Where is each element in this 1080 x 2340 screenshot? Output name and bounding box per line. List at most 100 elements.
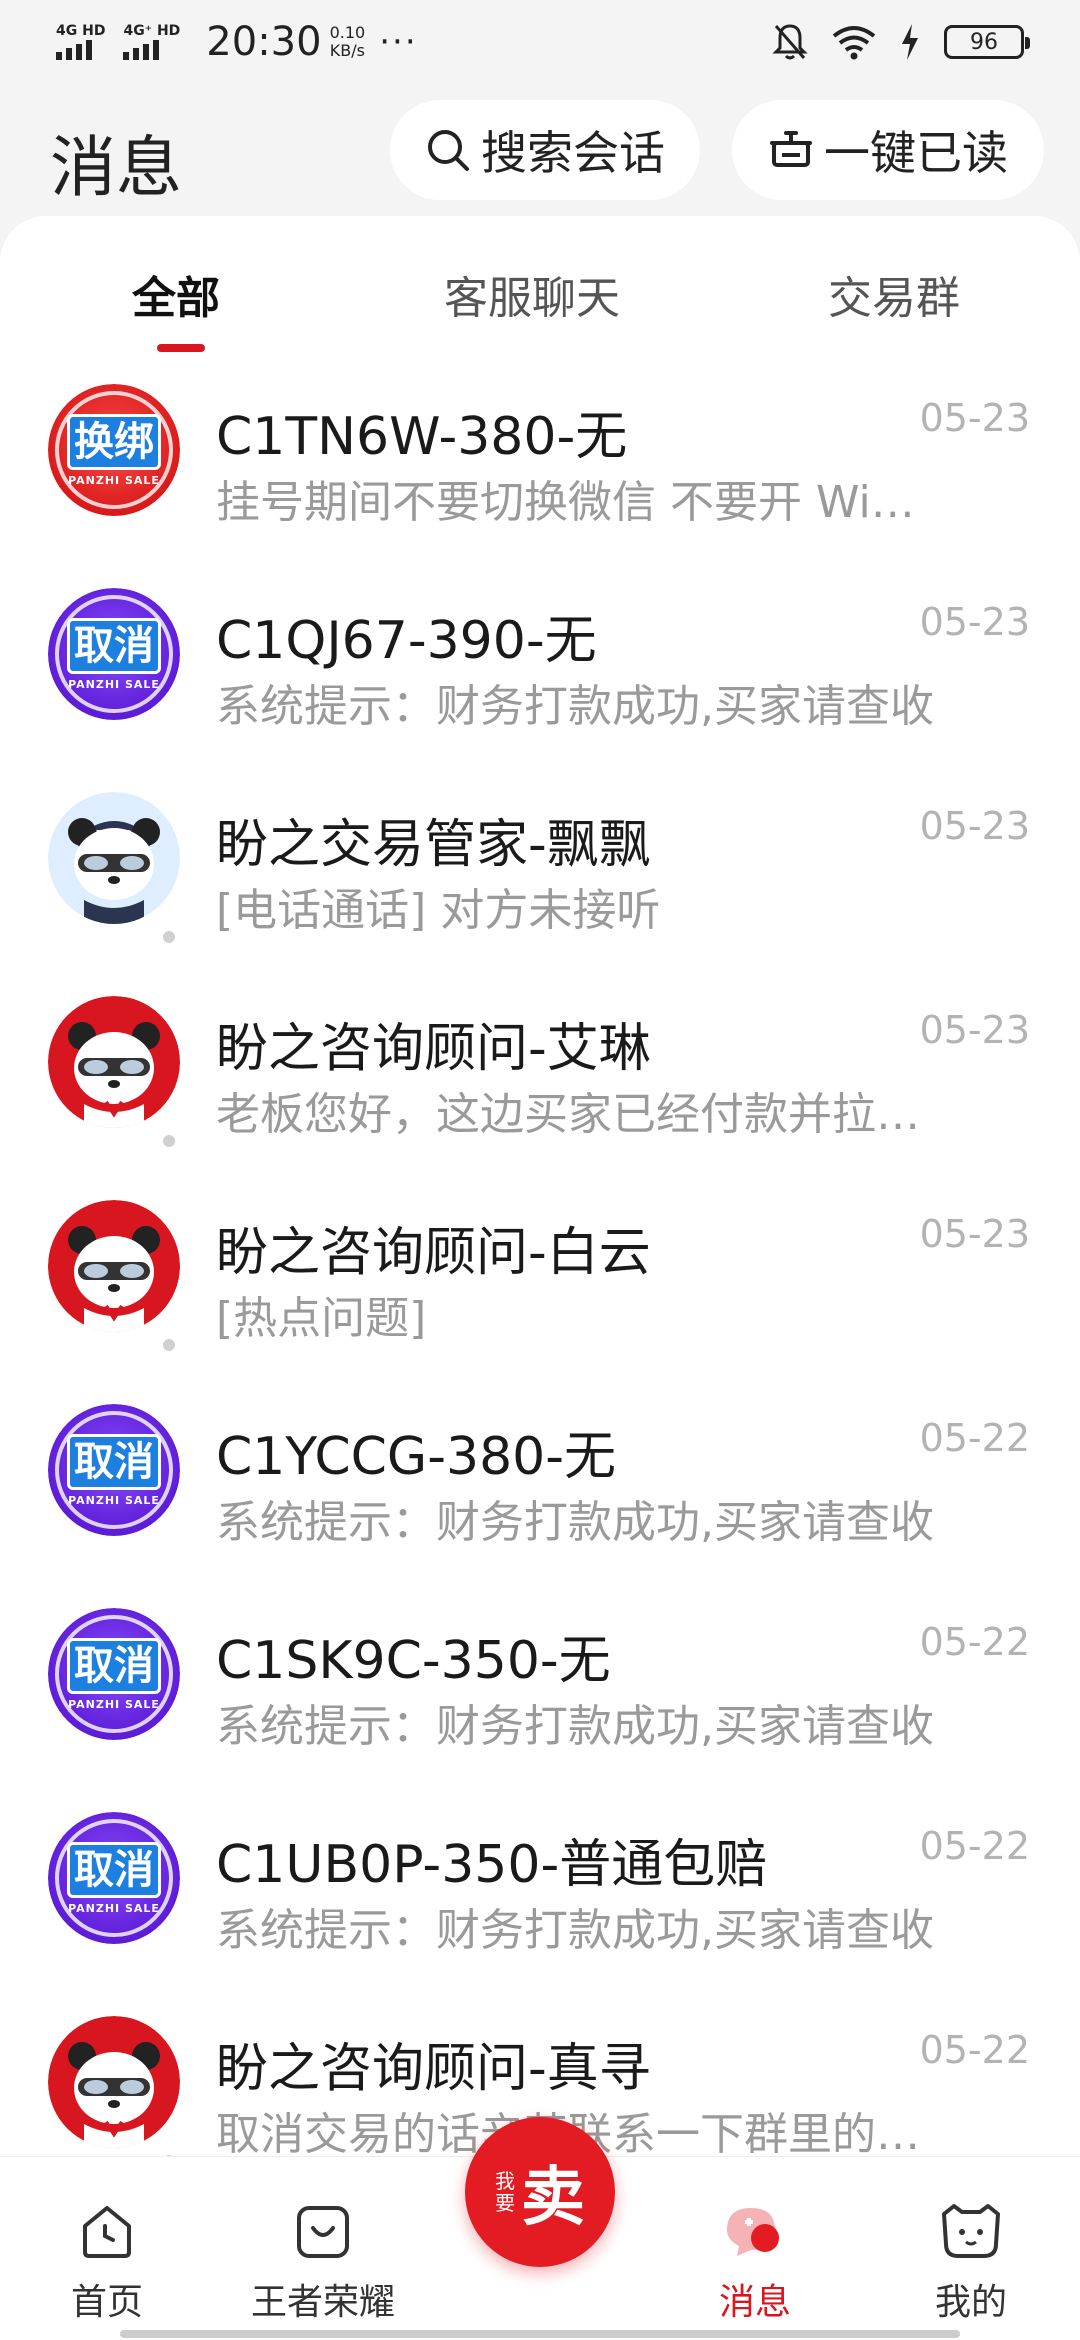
nav-messages[interactable]: 消息 <box>680 2197 830 2325</box>
sell-button[interactable]: 我要 卖 <box>465 2117 615 2267</box>
tab-bar: 全部 客服聊天 交易群 <box>0 216 1080 366</box>
game-bag-icon <box>297 2206 349 2258</box>
battery-icon: 96 <box>944 25 1030 59</box>
search-conversations-button[interactable]: 搜索会话 <box>390 100 700 200</box>
avatar-badge-word: 取消 <box>67 1433 161 1490</box>
search-conversations-label: 搜索会话 <box>481 126 665 180</box>
conversation-date: 05-22 <box>919 2028 1030 2072</box>
network-speed-value: 0.10 <box>329 23 366 42</box>
conversation-date: 05-23 <box>919 600 1030 644</box>
conversation-date: 05-23 <box>919 804 1030 848</box>
active-tab-indicator <box>157 344 205 352</box>
conversation-preview: 挂号期间不要切换微信 不要开 Wi… <box>216 477 915 528</box>
sim1-label: 4G HD <box>56 23 106 39</box>
page-title: 消息 <box>50 129 182 206</box>
mark-all-read-label: 一键已读 <box>824 126 1008 180</box>
sell-button-small-label: 我要 <box>495 2169 515 2215</box>
signal-sim2-icon: 4G⁺ HD <box>123 24 180 60</box>
conversation-row[interactable]: 取消 PANZHI SALE C1QJ67-390-无 系统提示：财务打款成功,… <box>0 570 1080 774</box>
conversation-date: 05-22 <box>919 1824 1030 1868</box>
conversation-title: 盼之咨询顾问-白云 <box>216 1223 651 1283</box>
nav-mine[interactable]: 我的 <box>896 2197 1046 2325</box>
conversation-row[interactable]: 盼之咨询顾问-白云 [热点问题] 05-23 <box>0 1182 1080 1386</box>
nav-home-label: 首页 <box>70 2282 143 2323</box>
battery-level: 96 <box>970 29 998 55</box>
conversation-row[interactable]: PANPO 盼之交易管家-飘飘 [电话通话] 对方未接听 05-23 <box>0 774 1080 978</box>
avatar-badge-subtext: PANZHI SALE <box>68 1697 160 1711</box>
avatar-badge-subtext: PANZHI SALE <box>68 677 160 691</box>
panda-avatar-icon: PANPO <box>48 792 180 924</box>
conversation-avatar <box>48 996 180 1128</box>
nav-messages-label: 消息 <box>718 2282 791 2323</box>
conversation-preview: [热点问题] <box>216 1293 427 1344</box>
mark-all-read-button[interactable]: 一键已读 <box>732 100 1044 200</box>
avatar-badge-word: 取消 <box>67 1637 161 1694</box>
panda-avatar-icon <box>48 1200 180 1332</box>
messages-icon <box>727 2208 779 2256</box>
status-dot <box>160 1132 178 1150</box>
mute-bell-icon <box>772 24 808 60</box>
conversation-list: 换绑 PANZHI SALE C1TN6W-380-无 挂号期间不要切换微信 不… <box>0 366 1080 2202</box>
tab-all[interactable]: 全部 <box>132 262 220 326</box>
conversation-preview: 系统提示：财务打款成功,买家请查收 <box>216 681 934 732</box>
charging-icon <box>902 24 918 60</box>
bottom-nav: 首页 王者荣耀 我要 卖 消息 我的 <box>0 2117 1080 2340</box>
status-time: 20:30 <box>206 19 322 65</box>
conversation-title: C1UB0P-350-普通包赔 <box>216 1835 768 1895</box>
avatar-badge-word: 换绑 <box>67 413 161 470</box>
conversation-avatar <box>48 1200 180 1332</box>
signal-sim1-icon: 4G HD <box>56 24 105 60</box>
conversation-avatar: 取消 PANZHI SALE <box>48 1812 180 1944</box>
conversation-date: 05-22 <box>919 1620 1030 1664</box>
conversation-title: 盼之交易管家-飘飘 <box>216 815 651 875</box>
status-bar: 4G HD 4G⁺ HD 20:30 0.10 KB/s ··· 96 <box>0 0 1080 84</box>
conversation-preview: [电话通话] 对方未接听 <box>216 885 661 936</box>
conversation-preview: 系统提示：财务打款成功,买家请查收 <box>216 1905 934 1956</box>
wifi-icon <box>832 26 876 60</box>
conversation-avatar <box>48 2016 180 2148</box>
conversation-avatar: PANPO <box>48 792 180 924</box>
conversation-row[interactable]: 盼之咨询顾问-艾琳 老板您好，这边买家已经付款并拉… 05-23 <box>0 978 1080 1182</box>
avatar-badge-subtext: PANZHI SALE <box>68 1493 160 1507</box>
avatar-badge-subtext: PANZHI SALE <box>68 473 160 487</box>
network-speed-unit: KB/s <box>329 41 365 60</box>
nav-mine-label: 我的 <box>934 2282 1007 2323</box>
panda-avatar-icon <box>48 996 180 1128</box>
status-dot <box>160 1336 178 1354</box>
conversation-preview: 系统提示：财务打款成功,买家请查收 <box>216 1497 934 1548</box>
conversation-title: 盼之咨询顾问-真寻 <box>216 2039 651 2099</box>
conversation-avatar: 取消 PANZHI SALE <box>48 1404 180 1536</box>
conversation-title: C1QJ67-390-无 <box>216 611 597 671</box>
nav-game[interactable]: 王者荣耀 <box>248 2197 398 2325</box>
conversation-row[interactable]: 换绑 PANZHI SALE C1TN6W-380-无 挂号期间不要切换微信 不… <box>0 366 1080 570</box>
conversation-date: 05-23 <box>919 396 1030 440</box>
more-notifications-icon: ··· <box>379 22 418 62</box>
conversation-title: C1YCCG-380-无 <box>216 1427 617 1487</box>
sim2-label: 4G⁺ HD <box>123 23 181 39</box>
panda-avatar-icon <box>48 2016 180 2148</box>
conversation-avatar: 取消 PANZHI SALE <box>48 1608 180 1740</box>
avatar-badge-word: 取消 <box>67 617 161 674</box>
conversation-row[interactable]: 取消 PANZHI SALE C1SK9C-350-无 系统提示：财务打款成功,… <box>0 1590 1080 1794</box>
status-dot <box>160 928 178 946</box>
conversation-avatar: 换绑 PANZHI SALE <box>48 384 180 516</box>
conversation-title: C1TN6W-380-无 <box>216 407 628 467</box>
broom-icon <box>770 131 812 167</box>
conversation-row[interactable]: 取消 PANZHI SALE C1UB0P-350-普通包赔 系统提示：财务打款… <box>0 1794 1080 1998</box>
nav-home[interactable]: 首页 <box>32 2197 182 2325</box>
tab-customer-service[interactable]: 客服聊天 <box>444 262 620 326</box>
conversation-row[interactable]: 取消 PANZHI SALE C1YCCG-380-无 系统提示：财务打款成功,… <box>0 1386 1080 1590</box>
search-icon <box>428 130 469 171</box>
profile-bear-icon <box>942 2204 1000 2258</box>
avatar-badge-subtext: PANZHI SALE <box>68 1901 160 1915</box>
messages-card: 全部 客服聊天 交易群 换绑 PANZHI SALE C1TN6W-380-无 … <box>0 216 1080 2170</box>
tab-trade-groups[interactable]: 交易群 <box>828 262 960 326</box>
avatar-badge-word: 取消 <box>67 1841 161 1898</box>
home-indicator <box>120 2330 960 2338</box>
home-icon <box>83 2206 131 2258</box>
conversation-avatar: 取消 PANZHI SALE <box>48 588 180 720</box>
conversation-preview: 系统提示：财务打款成功,买家请查收 <box>216 1701 934 1752</box>
conversation-preview: 老板您好，这边买家已经付款并拉… <box>216 1089 920 1140</box>
conversation-date: 05-23 <box>919 1212 1030 1256</box>
header: 消息 搜索会话 一键已读 <box>0 96 1080 206</box>
